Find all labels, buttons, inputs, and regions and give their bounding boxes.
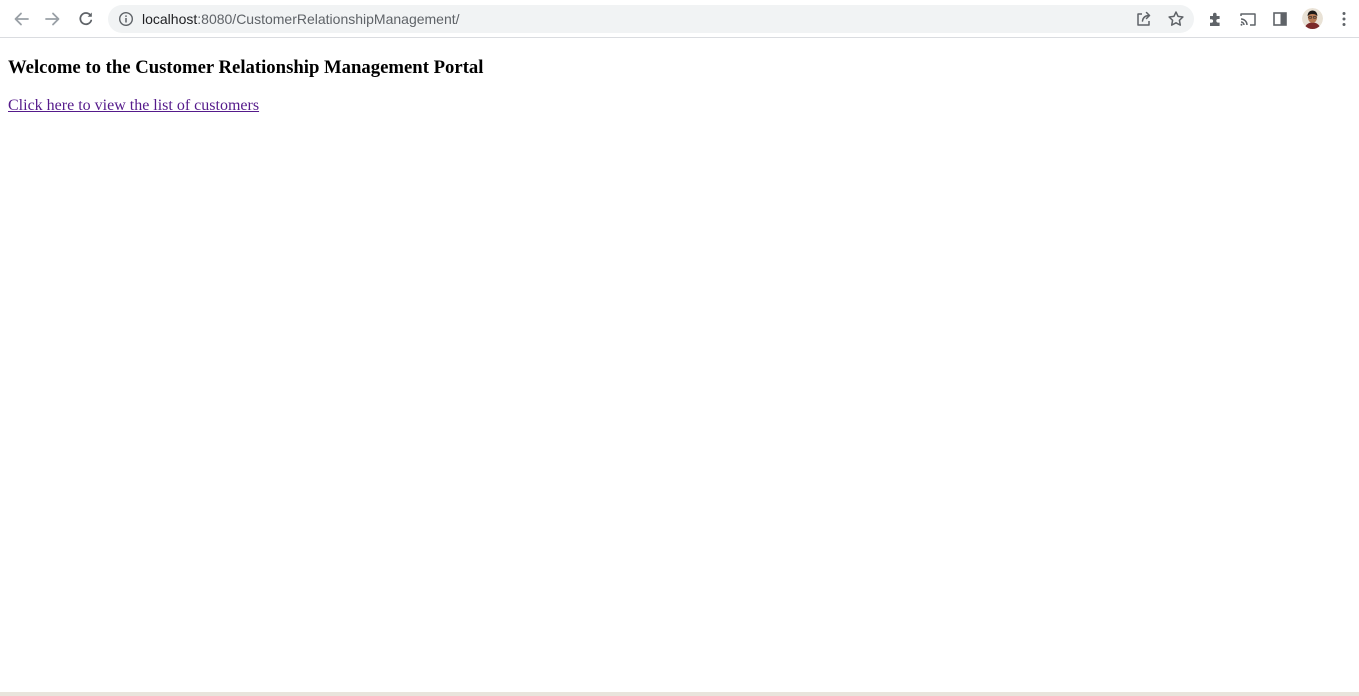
url-host: localhost [142,11,198,27]
page-content: Welcome to the Customer Relationship Man… [0,38,1359,692]
reload-icon [79,12,93,26]
bookmark-button[interactable] [1166,9,1186,29]
side-panel-icon [1273,12,1287,26]
arrow-right-icon [45,12,60,26]
view-customers-link[interactable]: Click here to view the list of customers [8,97,259,115]
kebab-menu-icon [1342,12,1346,26]
taskbar-edge [0,692,1359,696]
info-icon[interactable] [118,11,134,27]
back-button[interactable] [5,3,37,35]
puzzle-icon [1210,12,1220,26]
address-bar[interactable]: localhost:8080/CustomerRelationshipManag… [108,5,1194,33]
extensions-button[interactable] [1205,8,1227,30]
browser-toolbar: localhost:8080/CustomerRelationshipManag… [0,0,1359,38]
reload-button[interactable] [70,3,102,35]
browser-menu-button[interactable] [1333,8,1355,30]
profile-avatar[interactable] [1302,8,1323,29]
share-icon [1137,11,1151,26]
avatar-icon [1302,8,1323,29]
share-button[interactable] [1134,9,1154,29]
page-title: Welcome to the Customer Relationship Man… [8,57,484,78]
url-text[interactable]: localhost:8080/CustomerRelationshipManag… [142,5,460,33]
forward-button[interactable] [37,3,69,35]
star-icon [1168,11,1184,26]
cast-button[interactable] [1237,8,1259,30]
side-panel-button[interactable] [1269,8,1291,30]
url-path: :8080/CustomerRelationshipManagement/ [197,11,460,27]
cast-icon [1240,13,1256,26]
arrow-left-icon [14,12,29,26]
